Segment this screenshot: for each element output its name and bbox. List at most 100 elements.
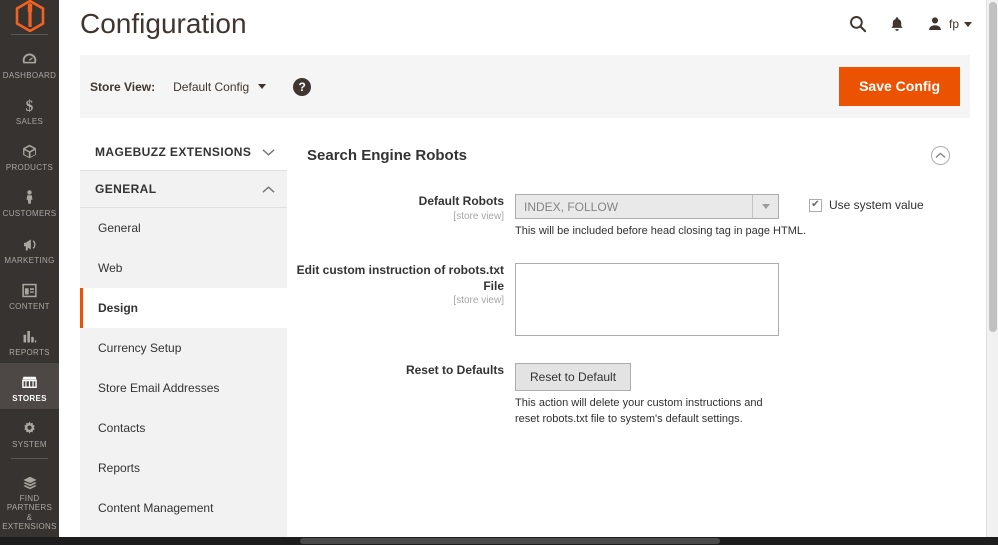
storefront-icon xyxy=(20,369,39,391)
sidebar-item-products[interactable]: PRODUCTS xyxy=(0,132,59,178)
bar-chart-icon xyxy=(21,323,38,345)
nav-item-label: Reports xyxy=(98,461,140,475)
field-control: INDEX, FOLLOW ✔ Use system value This wi… xyxy=(515,194,970,240)
sidebar-item-label: PRODUCTS xyxy=(6,163,53,172)
sidebar-item-system[interactable]: SYSTEM xyxy=(0,409,59,455)
sidebar-item-label: CONTENT xyxy=(9,302,50,311)
nav-item-reports[interactable]: Reports xyxy=(80,448,287,488)
sidebar-item-reports[interactable]: REPORTS xyxy=(0,317,59,363)
field-label-wrap: Edit custom instruction of robots.txt Fi… xyxy=(287,263,515,341)
admin-sidebar: DASHBOARD $ SALES PRODUCTS CUSTOMERS MAR… xyxy=(0,0,59,537)
nav-item-label: Content Management xyxy=(98,501,213,515)
panel-header[interactable]: Search Engine Robots xyxy=(287,134,970,165)
horizontal-scrollbar[interactable] xyxy=(0,537,998,545)
default-robots-select[interactable]: INDEX, FOLLOW xyxy=(515,194,779,219)
nav-item-content-management[interactable]: Content Management xyxy=(80,488,287,528)
use-system-value-checkbox[interactable]: ✔ xyxy=(809,199,822,212)
default-robots-note: This will be included before head closin… xyxy=(515,224,970,240)
megaphone-icon xyxy=(21,231,39,253)
nav-section-label: GENERAL xyxy=(95,182,156,196)
field-scope: [store view] xyxy=(287,211,504,222)
save-config-button[interactable]: Save Config xyxy=(839,67,960,106)
sidebar-item-label: FIND PARTNERS & EXTENSIONS xyxy=(0,494,59,531)
sidebar-divider xyxy=(11,34,48,35)
user-name: fp xyxy=(949,17,959,31)
nav-item-design[interactable]: Design xyxy=(80,288,287,328)
field-default-robots: Default Robots [store view] INDEX, FOLLO… xyxy=(287,194,970,240)
nav-item-contacts[interactable]: Contacts xyxy=(80,408,287,448)
nav-section-magebuzz-extensions[interactable]: MAGEBUZZ EXTENSIONS xyxy=(80,134,287,171)
svg-text:$: $ xyxy=(26,98,34,114)
sidebar-item-dashboard[interactable]: DASHBOARD xyxy=(0,40,59,86)
field-label: Reset to Defaults xyxy=(287,363,504,379)
use-system-value-label: Use system value xyxy=(829,198,924,212)
store-view-toolbar: Store View: Default Config ? Save Config xyxy=(80,55,970,118)
field-control: Reset to Default This action will delete… xyxy=(515,363,970,428)
sidebar-item-find-partners[interactable]: FIND PARTNERS & EXTENSIONS xyxy=(0,463,59,537)
nav-item-label: General xyxy=(98,221,141,235)
chevron-up-circle-icon[interactable] xyxy=(931,146,950,165)
use-system-value-toggle[interactable]: ✔ Use system value xyxy=(809,194,924,212)
question-mark-icon[interactable]: ? xyxy=(293,78,311,96)
field-label: Default Robots xyxy=(287,194,504,210)
sidebar-item-label: DASHBOARD xyxy=(3,71,56,80)
header-actions: fp xyxy=(848,14,972,34)
store-view-switcher[interactable]: Default Config xyxy=(173,80,266,94)
nav-item-label: Store Email Addresses xyxy=(98,381,219,395)
field-reset-to-defaults: Reset to Defaults Reset to Default This … xyxy=(287,363,970,428)
nav-item-currency-setup[interactable]: Currency Setup xyxy=(80,328,287,368)
field-label-wrap: Default Robots [store view] xyxy=(287,194,515,240)
sidebar-item-content[interactable]: CONTENT xyxy=(0,271,59,317)
field-scope: [store view] xyxy=(287,295,504,306)
dashboard-icon xyxy=(21,46,38,68)
nav-item-general[interactable]: General xyxy=(80,208,287,248)
sidebar-item-sales[interactable]: $ SALES xyxy=(0,86,59,132)
search-engine-robots-panel: Search Engine Robots Default Robots [sto… xyxy=(287,134,970,537)
chevron-up-icon xyxy=(262,185,275,194)
nav-item-label: Design xyxy=(98,301,138,315)
default-robots-value: INDEX, FOLLOW xyxy=(516,200,618,214)
nav-item-store-email-addresses[interactable]: Store Email Addresses xyxy=(80,368,287,408)
sidebar-item-label: MARKETING xyxy=(4,256,54,265)
sidebar-item-customers[interactable]: CUSTOMERS xyxy=(0,178,59,224)
reset-to-default-button[interactable]: Reset to Default xyxy=(515,363,631,391)
nav-item-web[interactable]: Web xyxy=(80,248,287,288)
chevron-down-icon xyxy=(752,195,778,218)
sidebar-item-label: STORES xyxy=(12,394,47,403)
robots-txt-textarea[interactable] xyxy=(515,263,779,336)
horizontal-scrollbar-thumb[interactable] xyxy=(300,538,720,544)
extension-icon xyxy=(21,469,39,491)
field-custom-instruction: Edit custom instruction of robots.txt Fi… xyxy=(287,263,970,341)
sidebar-item-label: CUSTOMERS xyxy=(3,209,57,218)
reset-note: This action will delete your custom inst… xyxy=(515,396,783,428)
vertical-scrollbar-thumb[interactable] xyxy=(989,2,997,332)
magento-logo-icon[interactable] xyxy=(0,0,59,32)
sidebar-item-label: SALES xyxy=(16,117,43,126)
page-header: Configuration fp xyxy=(59,0,998,48)
sidebar-item-label: REPORTS xyxy=(9,348,50,357)
layout-icon xyxy=(21,277,38,299)
sidebar-divider-2 xyxy=(11,458,48,459)
chevron-down-icon xyxy=(258,84,266,89)
nav-item-label: Currency Setup xyxy=(98,341,181,355)
search-icon[interactable] xyxy=(848,14,868,34)
nav-section-label: MAGEBUZZ EXTENSIONS xyxy=(95,145,251,159)
field-control xyxy=(515,263,970,341)
nav-section-general[interactable]: GENERAL xyxy=(80,171,287,208)
chevron-down-icon xyxy=(964,22,972,27)
user-avatar-icon xyxy=(926,15,944,33)
sidebar-item-marketing[interactable]: MARKETING xyxy=(0,225,59,271)
nav-item-label: Web xyxy=(98,261,122,275)
dollar-icon: $ xyxy=(21,92,38,114)
nav-item-label: Contacts xyxy=(98,421,145,435)
config-nav: MAGEBUZZ EXTENSIONS GENERAL General Web … xyxy=(80,134,287,537)
box-icon xyxy=(21,138,38,160)
bell-icon[interactable] xyxy=(888,15,906,34)
sidebar-item-label: SYSTEM xyxy=(12,440,47,449)
vertical-scrollbar[interactable] xyxy=(986,0,998,537)
field-label-wrap: Reset to Defaults xyxy=(287,363,515,428)
gear-icon xyxy=(21,415,38,437)
chevron-down-icon xyxy=(262,148,275,157)
user-menu[interactable]: fp xyxy=(926,15,972,33)
sidebar-item-stores[interactable]: STORES xyxy=(0,363,59,409)
